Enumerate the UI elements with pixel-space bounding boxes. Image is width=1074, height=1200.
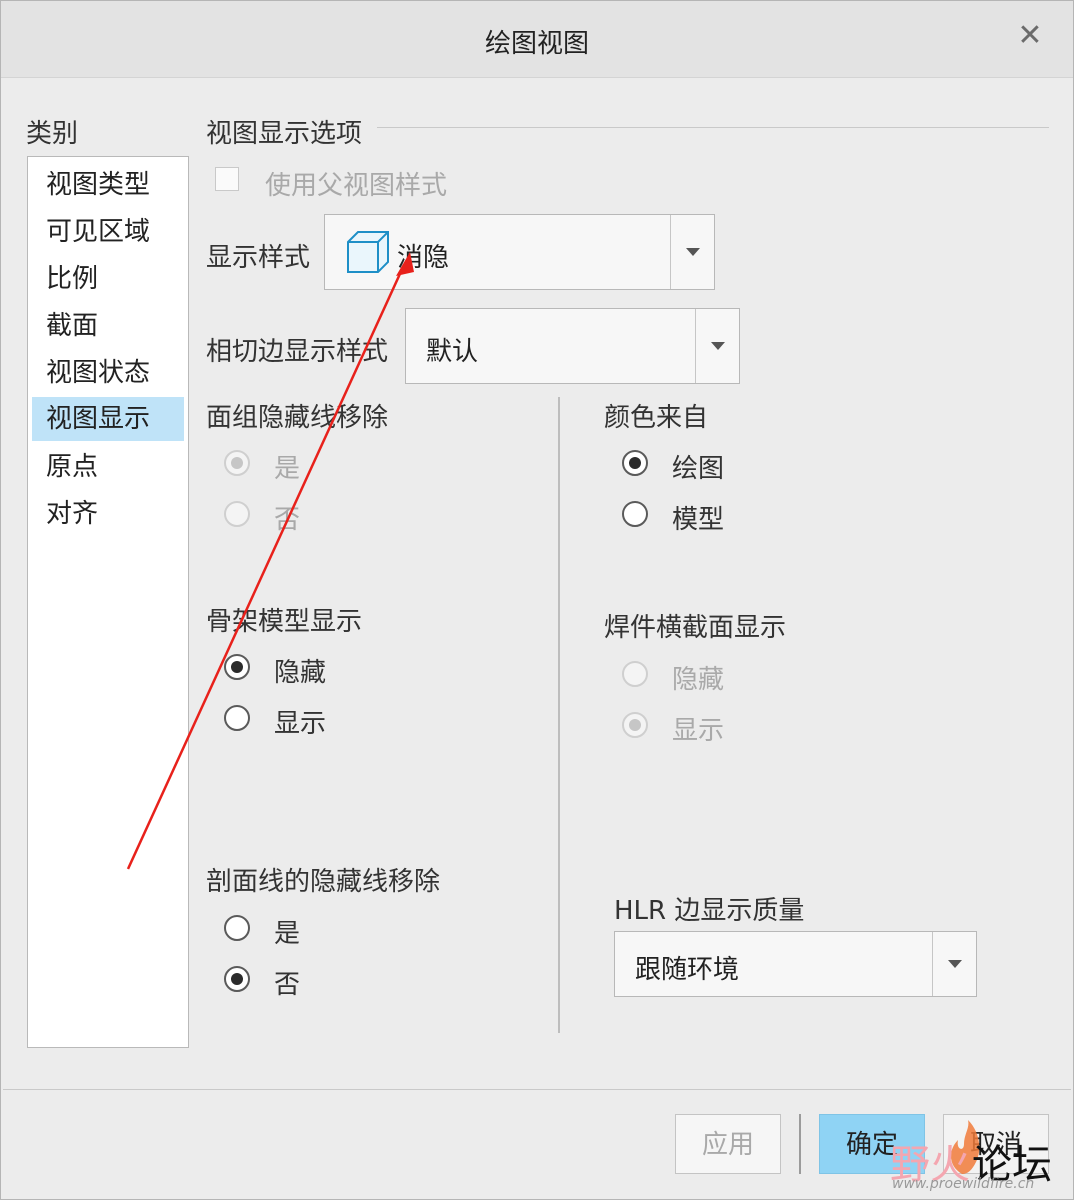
chevron-down-icon[interactable]	[932, 932, 976, 996]
color-from-model-label: 模型	[672, 505, 725, 535]
apply-button[interactable]: 应用	[675, 1114, 781, 1174]
skeleton-display-label: 骨架模型显示	[206, 607, 363, 637]
category-list: 视图类型 可见区域 比例 截面 视图状态 视图显示 原点 对齐	[27, 156, 189, 1048]
tangent-edge-style-value: 默认	[426, 337, 479, 367]
color-from-label: 颜色来自	[604, 403, 709, 433]
title-bar: 绘图视图 ✕	[1, 1, 1073, 78]
display-style-dropdown[interactable]: 消隐	[324, 214, 715, 290]
weld-xsec-label: 焊件横截面显示	[604, 613, 787, 643]
watermark-url: www.proewildfire.cn	[892, 1176, 1035, 1192]
button-separator	[799, 1114, 801, 1174]
use-parent-style-label: 使用父视图样式	[265, 171, 448, 201]
category-header: 类别	[26, 119, 79, 149]
hatch-hlr-no-label: 否	[274, 970, 301, 1000]
dialog-title: 绘图视图	[484, 29, 589, 59]
hidden-line-cube-icon	[345, 229, 391, 279]
skeleton-show-radio[interactable]	[224, 705, 250, 731]
chevron-down-icon[interactable]	[695, 309, 739, 383]
category-item-view-type[interactable]: 视图类型	[32, 163, 184, 207]
color-from-drawing-radio[interactable]	[622, 450, 648, 476]
group-divider	[377, 127, 1049, 128]
use-parent-style-checkbox[interactable]	[215, 167, 239, 191]
category-item-scale[interactable]: 比例	[32, 257, 184, 301]
quilt-hlr-yes-label: 是	[274, 454, 301, 484]
drawing-view-dialog: 绘图视图 ✕ 类别 视图类型 可见区域 比例 截面 视图状态 视图显示 原点 对…	[0, 0, 1074, 1200]
display-style-label: 显示样式	[206, 243, 311, 273]
weld-xsec-show-label: 显示	[672, 716, 725, 746]
category-item-alignment[interactable]: 对齐	[32, 492, 184, 536]
quilt-hlr-yes-radio[interactable]	[224, 450, 250, 476]
weld-xsec-show-radio[interactable]	[622, 712, 648, 738]
skeleton-show-label: 显示	[274, 709, 327, 739]
category-item-view-display[interactable]: 视图显示	[32, 397, 184, 441]
close-icon[interactable]: ✕	[1013, 19, 1047, 53]
hlr-edge-quality-label: HLR 边显示质量	[614, 896, 805, 926]
quilt-hlr-label: 面组隐藏线移除	[206, 403, 389, 433]
color-from-drawing-label: 绘图	[672, 454, 725, 484]
weld-xsec-hide-radio[interactable]	[622, 661, 648, 687]
color-from-model-radio[interactable]	[622, 501, 648, 527]
hatch-hlr-no-radio[interactable]	[224, 966, 250, 992]
hatch-hlr-yes-radio[interactable]	[224, 915, 250, 941]
hlr-edge-quality-dropdown[interactable]: 跟随环境	[614, 931, 977, 997]
chevron-down-icon[interactable]	[670, 215, 714, 289]
hlr-edge-quality-value: 跟随环境	[635, 955, 740, 985]
hatch-hlr-label: 剖面线的隐藏线移除	[206, 867, 441, 897]
hatch-hlr-yes-label: 是	[274, 919, 301, 949]
skeleton-hide-radio[interactable]	[224, 654, 250, 680]
watermark-logo: 野火 论坛 www.proewildfire.cn	[860, 1120, 1070, 1200]
column-divider	[558, 397, 560, 1033]
quilt-hlr-no-radio[interactable]	[224, 501, 250, 527]
footer-divider	[3, 1089, 1071, 1090]
display-style-value: 消隐	[397, 243, 450, 273]
category-item-view-states[interactable]: 视图状态	[32, 351, 184, 395]
skeleton-hide-label: 隐藏	[274, 658, 327, 688]
category-item-visible-area[interactable]: 可见区域	[32, 210, 184, 254]
category-item-origin[interactable]: 原点	[32, 445, 184, 489]
weld-xsec-hide-label: 隐藏	[672, 665, 725, 695]
category-item-sections[interactable]: 截面	[32, 304, 184, 348]
display-options-group-title: 视图显示选项	[206, 119, 363, 149]
tangent-edge-style-label: 相切边显示样式	[206, 337, 389, 367]
quilt-hlr-no-label: 否	[274, 505, 301, 535]
tangent-edge-style-dropdown[interactable]: 默认	[405, 308, 740, 384]
